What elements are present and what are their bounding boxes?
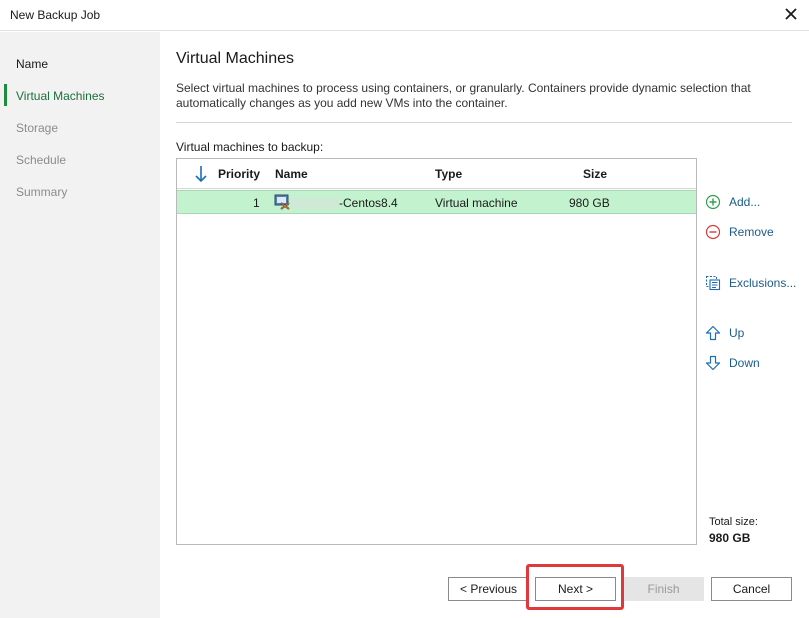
down-label: Down bbox=[729, 356, 760, 370]
remove-label: Remove bbox=[729, 225, 774, 239]
exclusions-icon bbox=[706, 276, 721, 291]
redacted-name-prefix bbox=[291, 197, 339, 209]
table-header: Priority Name Type Size bbox=[177, 159, 696, 189]
finish-button: Finish bbox=[623, 577, 704, 601]
row-priority: 1 bbox=[253, 196, 260, 210]
column-header-size[interactable]: Size bbox=[583, 167, 607, 181]
table-row[interactable]: 1 -Centos8.4 Virtual machine 980 GB bbox=[177, 190, 696, 214]
step-virtual-machines[interactable]: Virtual Machines bbox=[16, 89, 105, 103]
step-summary: Summary bbox=[16, 185, 68, 199]
previous-button[interactable]: < Previous bbox=[448, 577, 529, 601]
arrow-up-icon bbox=[705, 325, 721, 341]
column-header-type[interactable]: Type bbox=[435, 167, 462, 181]
up-label: Up bbox=[729, 326, 745, 340]
window-title: New Backup Job bbox=[10, 8, 101, 22]
plus-circle-icon bbox=[705, 194, 721, 210]
total-size-value: 980 GB bbox=[709, 531, 751, 545]
main-panel: Virtual Machines Select virtual machines… bbox=[160, 32, 809, 618]
vm-table[interactable]: Priority Name Type Size 1 -Centos8.4 Vir… bbox=[176, 158, 697, 545]
step-schedule: Schedule bbox=[16, 153, 67, 167]
sort-arrow-down-icon bbox=[195, 166, 207, 183]
step-storage: Storage bbox=[16, 121, 59, 135]
divider bbox=[176, 122, 792, 123]
row-size: 980 GB bbox=[569, 196, 610, 210]
title-bar: New Backup Job bbox=[0, 0, 809, 31]
minus-circle-icon bbox=[705, 224, 721, 240]
add-label: Add... bbox=[729, 195, 761, 209]
next-button-highlight bbox=[526, 564, 624, 610]
cancel-button[interactable]: Cancel bbox=[711, 577, 792, 601]
step-name[interactable]: Name bbox=[16, 57, 48, 71]
row-name: -Centos8.4 bbox=[339, 196, 398, 210]
total-size-label: Total size: bbox=[709, 516, 758, 528]
vm-list-label: Virtual machines to backup: bbox=[176, 140, 324, 154]
exclusions-label: Exclusions... bbox=[729, 276, 797, 290]
row-type: Virtual machine bbox=[435, 196, 518, 210]
vm-icon bbox=[274, 194, 290, 210]
column-header-priority[interactable]: Priority bbox=[218, 167, 260, 181]
close-icon[interactable] bbox=[783, 6, 799, 22]
page-description: Select virtual machines to process using… bbox=[176, 81, 751, 110]
wizard-steps-sidebar: Name Virtual Machines Storage Schedule S… bbox=[0, 32, 160, 618]
arrow-down-icon bbox=[705, 355, 721, 371]
column-header-name[interactable]: Name bbox=[275, 167, 308, 181]
active-step-indicator bbox=[4, 84, 7, 106]
page-title: Virtual Machines bbox=[176, 50, 294, 67]
